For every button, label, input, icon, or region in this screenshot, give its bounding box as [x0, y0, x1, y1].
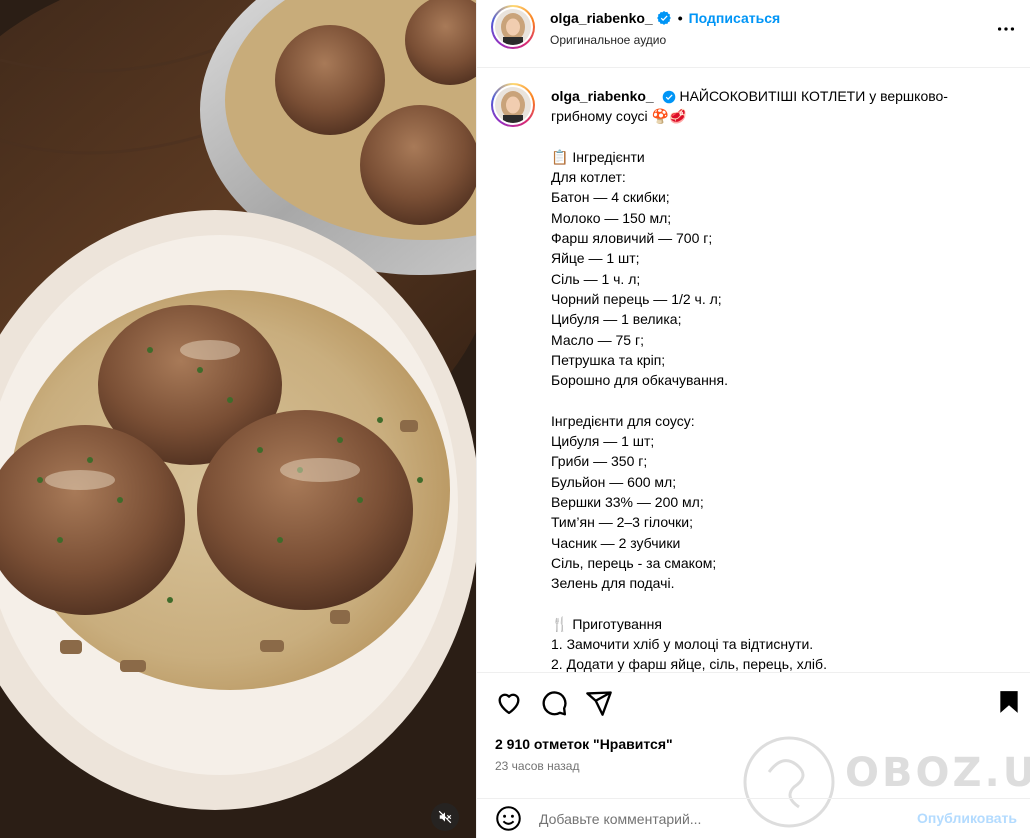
caption-headline-row: olga_riabenko_ НАЙСОКОВИТІШІ КОТЛЕТИ у в… [551, 86, 991, 127]
caption-line: Петрушка та кріп; [551, 351, 666, 368]
post-panel: olga_riabenko_ • Подписаться Оригинально… [476, 0, 1030, 838]
caption-line: Батон — 4 скибки; [551, 189, 670, 206]
caption-line: Масло — 75 г; [551, 331, 644, 348]
more-horizontal-icon[interactable] [995, 18, 1017, 40]
action-bar: 2 910 отметок "Нравится" 23 часов назад [477, 672, 1030, 798]
caption-line: 📋 Інгредієнти [551, 148, 645, 165]
likes-count[interactable]: 2 910 отметок "Нравится" [495, 736, 673, 752]
caption-line: Цибуля — 1 шт; [551, 433, 655, 450]
comment-icon[interactable] [540, 689, 568, 717]
comment-bar: Опубликовать [477, 798, 1030, 838]
caption-line: Сіль — 1 ч. л; [551, 270, 641, 287]
caption-line: Борошно для обкачування. [551, 372, 729, 389]
separator-dot: • [677, 10, 683, 26]
header-user-row: olga_riabenko_ • Подписаться [550, 10, 780, 26]
caption-line [551, 127, 991, 147]
caption-line [551, 390, 991, 410]
caption-line: Цибуля — 1 велика; [551, 311, 682, 328]
verified-badge-icon [656, 11, 671, 25]
caption-line: Фарш яловичий — 700 г; [551, 230, 713, 247]
caption-line: Інгредієнти для соусу: [551, 412, 695, 429]
comment-input[interactable] [539, 808, 899, 830]
avatar[interactable] [491, 5, 535, 49]
caption-line: Для котлет: [551, 169, 626, 186]
caption-line: Гриби — 350 г; [551, 453, 648, 470]
caption-avatar[interactable] [491, 83, 535, 127]
food-photo [0, 0, 476, 838]
mute-button[interactable] [431, 803, 459, 831]
header-username[interactable]: olga_riabenko_ [550, 10, 653, 26]
caption-line [551, 593, 991, 613]
caption-line: Часник — 2 зубчики [551, 534, 681, 551]
caption-line: Зелень для подачі. [551, 575, 675, 592]
avatar-photo [495, 9, 531, 45]
avatar-photo [495, 87, 531, 123]
post-time[interactable]: 23 часов назад [495, 759, 579, 773]
audio-label[interactable]: Оригинальное аудио [550, 33, 666, 47]
post-media[interactable] [0, 0, 476, 838]
caption-body: 📋 Інгредієнти Для котлет: Батон — 4 скибки… [551, 127, 991, 672]
emoji-icon[interactable] [495, 805, 522, 832]
caption-line: 2. Додати у фарш яйце, сіль, перець, хлі… [551, 656, 827, 672]
post-header: olga_riabenko_ • Подписаться Оригинально… [477, 0, 1030, 68]
share-icon[interactable] [585, 689, 613, 717]
heart-icon[interactable] [495, 689, 523, 717]
caption-username[interactable]: olga_riabenko_ [551, 88, 654, 104]
muted-audio-icon [438, 810, 452, 824]
caption-line: Вершки 33% — 200 мл; [551, 493, 704, 510]
caption-line: 🍴 Приготування [551, 615, 662, 632]
caption-line: Чорний перець — 1/2 ч. л; [551, 290, 722, 307]
caption-line: Молоко — 150 мл; [551, 209, 672, 226]
verified-badge-icon [662, 90, 675, 104]
caption-line: Яйце — 1 шт; [551, 250, 640, 267]
follow-button[interactable]: Подписаться [689, 10, 781, 26]
caption-line: Тим’ян — 2–3 гілочки; [551, 514, 693, 531]
caption-text: olga_riabenko_ НАЙСОКОВИТІШІ КОТЛЕТИ у в… [551, 86, 991, 672]
caption-line: 1. Замочити хліб у молоці та відтиснути. [551, 636, 814, 653]
caption-section[interactable]: olga_riabenko_ НАЙСОКОВИТІШІ КОТЛЕТИ у в… [477, 69, 1030, 672]
caption-line: Бульйон — 600 мл; [551, 473, 677, 490]
bookmark-icon[interactable] [996, 689, 1022, 715]
publish-button[interactable]: Опубликовать [917, 810, 1017, 826]
caption-line: Сіль, перець - за смаком; [551, 554, 717, 571]
